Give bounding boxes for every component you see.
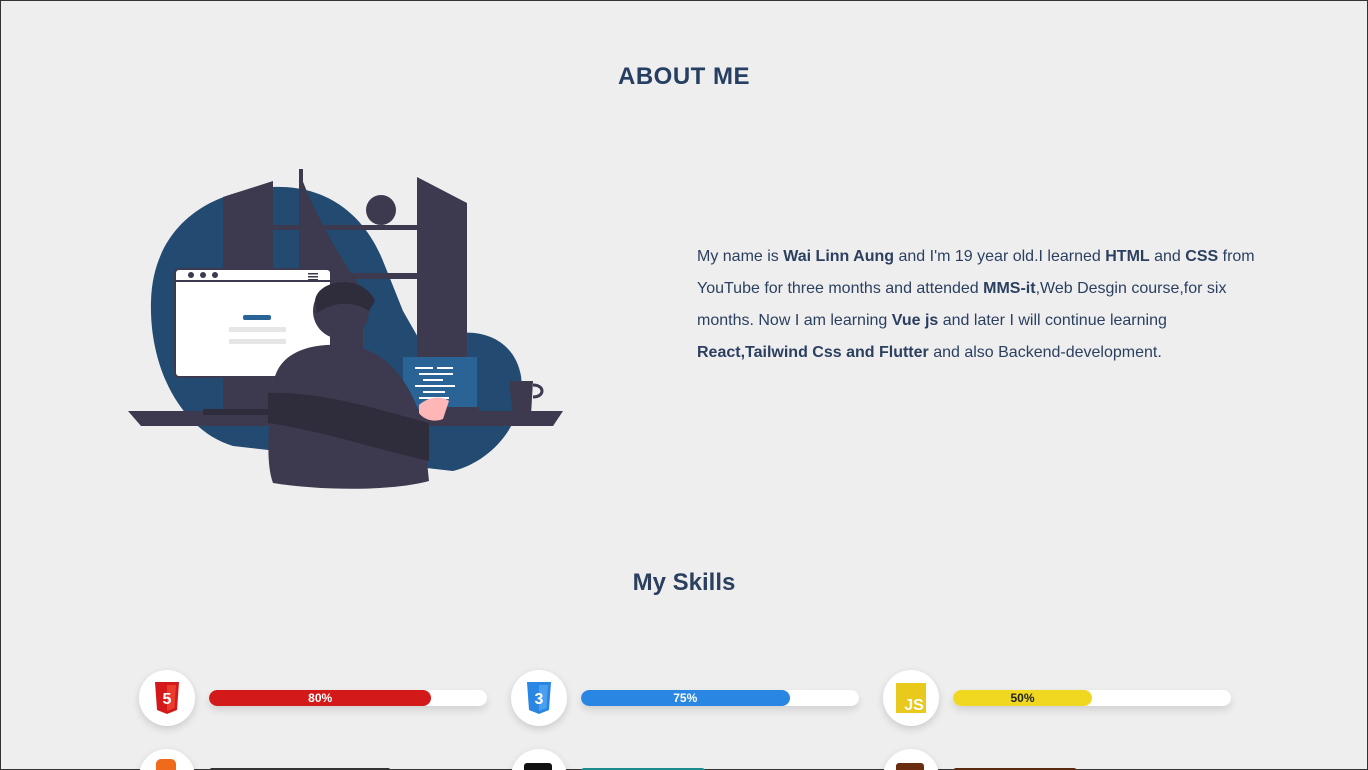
skill-html5-fill: 80% bbox=[209, 690, 432, 706]
skill-html5-track: 80% bbox=[209, 690, 487, 706]
svg-text:5: 5 bbox=[163, 691, 172, 708]
skill-html5: 5 80% bbox=[139, 670, 489, 726]
bio-future: React,Tailwind Css and Flutter bbox=[697, 344, 929, 361]
about-bio: My name is Wai Linn Aung and I'm 19 year… bbox=[697, 248, 1255, 361]
skill-next-icon-2 bbox=[511, 749, 567, 770]
html5-icon: 5 bbox=[139, 670, 195, 726]
skill-css3: 3 75% bbox=[511, 670, 861, 726]
svg-text:JS: JS bbox=[904, 697, 924, 713]
bio-css: CSS bbox=[1185, 248, 1219, 265]
developer-illustration bbox=[123, 161, 573, 496]
skill-next-icon-1 bbox=[139, 749, 195, 770]
skill-css3-track: 75% bbox=[581, 690, 859, 706]
svg-text:3: 3 bbox=[535, 691, 544, 708]
bio-vue: Vue js bbox=[891, 312, 939, 329]
about-me-title: ABOUT ME bbox=[618, 63, 750, 90]
skill-js: JS 50% bbox=[883, 670, 1233, 726]
bio-html: HTML bbox=[1105, 248, 1150, 265]
skill-js-track: 50% bbox=[953, 690, 1231, 706]
js-icon: JS bbox=[883, 670, 939, 726]
skills-title: My Skills bbox=[632, 569, 736, 596]
skill-js-fill: 50% bbox=[953, 690, 1092, 706]
bio-name: Wai Linn Aung bbox=[783, 248, 895, 265]
bio-mms: MMS-it bbox=[983, 280, 1036, 297]
skill-next-icon-3 bbox=[883, 749, 939, 770]
skill-css3-fill: 75% bbox=[581, 690, 790, 706]
css3-icon: 3 bbox=[511, 670, 567, 726]
